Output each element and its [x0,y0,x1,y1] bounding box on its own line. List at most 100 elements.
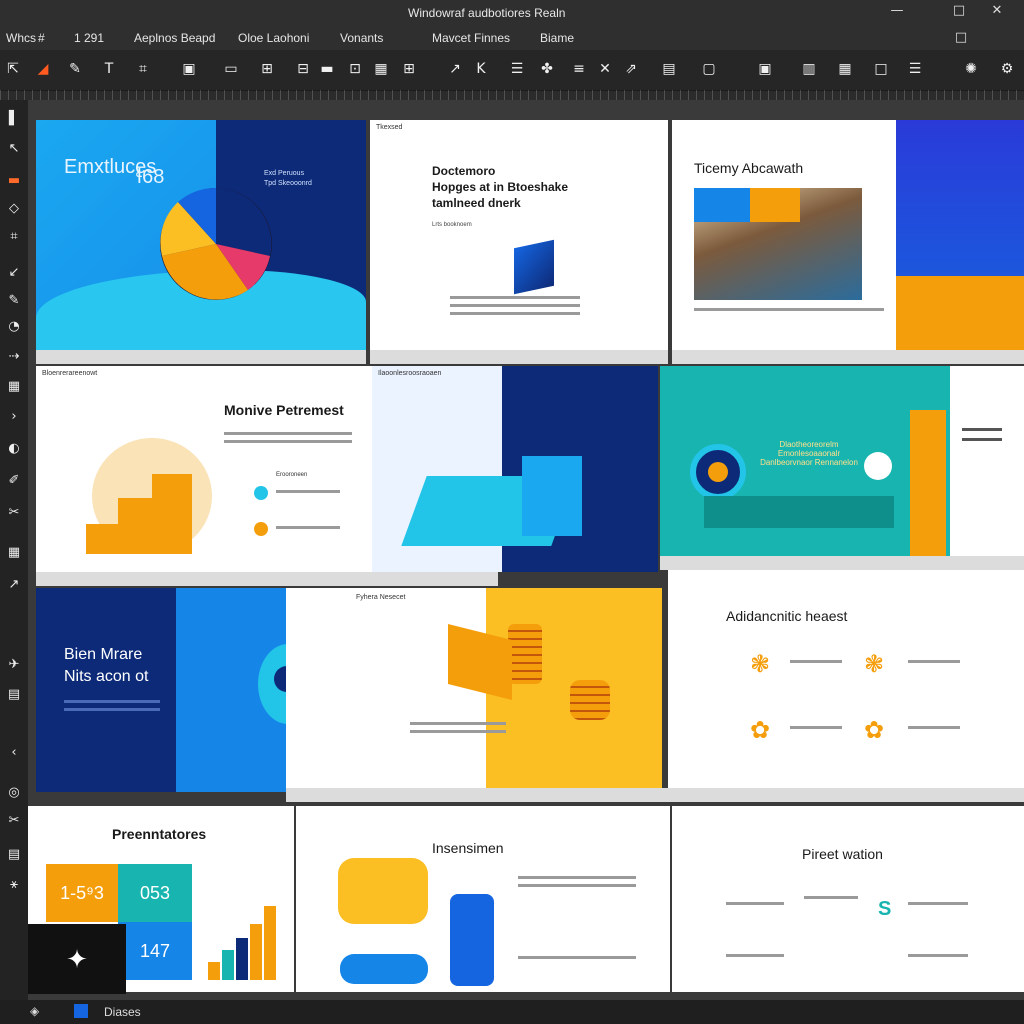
grid-tool-icon[interactable]: ▦ [5,544,23,562]
left-tool-panel: ▌ ↖ ▬ ◇ ⌗ ↙ ✎ ◔ ⇢ ▦ › ◐ ✐ ✂ ▦ ↗ ✈ ▤ ‹ ◎ … [0,100,28,1000]
menu-item-hash[interactable]: # [38,31,45,45]
globe-icon[interactable]: ◎ [5,784,23,802]
menu-item-biame[interactable]: Biame [540,31,574,45]
slide-12-title: Pireet wation [802,846,883,862]
table-tool-icon[interactable]: ▤ [5,686,23,704]
maximize-button[interactable]: □ [952,4,966,18]
menu-item-vonants[interactable]: Vonants [340,31,383,45]
frame-icon[interactable]: ⊡ [346,60,364,78]
pen-icon[interactable]: ✎ [66,60,84,78]
menu-item-aeplnos[interactable]: Aeplnos Beapd [134,31,215,45]
bullet-dot [254,486,268,500]
minus-icon[interactable]: ≡ [570,60,588,78]
chevron-left-icon[interactable]: ‹ [5,744,23,762]
layers-icon[interactable]: ⊟ [294,60,312,78]
gallery-icon[interactable]: ✤ [538,60,556,78]
grid-icon[interactable]: ▦ [372,60,390,78]
shape-tool-icon[interactable]: ◔ [5,318,23,336]
layout-icon[interactable]: ⊞ [258,60,276,78]
slide-1-caption-1: Exd Peruous [264,170,305,177]
slide-8[interactable]: Fyhera Nesecet [286,588,662,788]
slide-8-label: Fyhera Nesecet [356,594,406,601]
menu-item-oloe[interactable]: Oloe Laohoni [238,31,309,45]
slide-4-title: Monive Petremest [224,402,344,418]
status-bar: ◈ Diases [0,1000,1024,1024]
page-icon[interactable]: ▥ [800,60,818,78]
pointer-icon[interactable]: ⇱ [4,60,22,78]
slide-12[interactable]: Pireet wation S [672,806,1024,992]
slide-6[interactable]: Dlaotheoreorelm Emonlesoaaonalr Danlbeor… [660,366,1024,556]
settings-icon[interactable]: ✺ [962,60,980,78]
slide-11[interactable]: Insensimen [296,806,670,992]
screen-icon[interactable]: ▢ [700,60,718,78]
hand-tool-icon[interactable]: ⇢ [5,348,23,366]
slide-5[interactable]: Ilaoonlesroosraoaen [372,366,658,572]
slide-1[interactable]: Emxtluces ɬ68 Exd Peruous Tpd Skeooonrd [36,120,366,350]
folder-icon[interactable]: ▬ [318,60,336,78]
doc-icon[interactable]: ▦ [836,60,854,78]
pen-tool-icon[interactable]: ↙ [5,264,23,282]
rect-icon[interactable]: □ [872,60,890,78]
list-icon[interactable]: ☰ [906,60,924,78]
minimize-button[interactable]: — [890,4,904,18]
table-icon[interactable]: ⊞ [400,60,418,78]
menu-item-1291[interactable]: 1 291 [74,31,104,45]
align-icon[interactable]: ☰ [508,60,526,78]
brush-tool-icon[interactable]: ✎ [5,292,23,310]
eyedropper-icon[interactable]: ✂ [5,504,23,522]
menu-bar: Whcs # 1 291 Aeplnos Beapd Oloe Laohoni … [0,26,1024,50]
rotate-tool-icon[interactable]: ✈ [5,656,23,674]
lasso-icon[interactable]: ◇ [5,200,23,218]
gear-icon[interactable]: ⚙ [998,60,1016,78]
text-icon[interactable]: T [100,60,118,78]
slide-2[interactable]: Tkexsed Doctemoro Hopges at in Btoeshake… [370,120,668,350]
gradient-tool-icon[interactable]: ✐ [5,472,23,490]
window-title: Windowraf audbotiores Realn [408,6,566,20]
close-button[interactable]: ✕ [990,4,1004,18]
slide-1-strip [36,350,366,364]
slide-9[interactable]: Adidancnitic heaest ❃ ❃ ✿ ✿ [668,570,1024,788]
layers-tool-icon[interactable]: ▦ [5,378,23,396]
scissors-icon[interactable]: ✂ [5,812,23,830]
table-view-icon[interactable]: ▤ [5,846,23,864]
icon-doodle-2: ❃ [864,651,885,678]
status-label: Diases [104,1005,141,1019]
slide-7[interactable]: Bien Mrare Nits acon ot [36,588,286,792]
shape-icon[interactable]: ▭ [222,60,240,78]
effects-icon[interactable]: K [472,60,490,78]
slides-icon[interactable]: ▣ [756,60,774,78]
icon-doodle-1: ❃ [750,651,771,678]
app-logo-icon: ◈ [30,1004,40,1018]
target-graphic [690,444,746,500]
export-icon[interactable]: ⇗ [622,60,640,78]
toolbar: ⇱ ◢ ✎ T ⌗ ▣ ▭ ⊞ ⊟ ▬ ⊡ ▦ ⊞ ↗ K ☰ ✤ ≡ ✕ ⇗ … [0,50,1024,91]
arrow-icon[interactable]: ↗ [446,60,464,78]
restore-icon[interactable]: □ [954,31,968,45]
crop-tool-icon[interactable]: ⌗ [5,228,23,246]
cube-graphic [514,239,554,295]
type-tool-icon[interactable]: › [5,408,23,426]
status-toggle-icon[interactable] [74,1004,88,1018]
crop-icon[interactable]: ⌗ [134,60,152,78]
zoom-tool-icon[interactable]: ↗ [5,576,23,594]
slide-9-title: Adidancnitic heaest [726,608,848,624]
select-icon[interactable]: ▌ [5,110,23,128]
slide-4-header: Bloenrerareenowt [42,370,98,377]
slide-3[interactable]: Ticemy Abcawath [672,120,1024,350]
angle-icon[interactable]: ✕ [596,60,614,78]
eraser-tool-icon[interactable]: ◐ [5,440,23,458]
slide-3-strip [672,350,1024,364]
wand-icon[interactable]: ⚹ [5,876,23,894]
brush-icon[interactable]: ◢ [34,60,52,78]
cloud-shape [340,954,428,984]
slide-6-strip [660,556,1024,570]
slide-4-strip [36,572,498,586]
menu-item-whcs[interactable]: Whcs [6,31,36,45]
photo-thumb[interactable]: ✦ [28,924,126,994]
fill-icon[interactable]: ▬ [5,172,23,190]
s-logo: S [878,898,892,920]
image-icon[interactable]: ▣ [180,60,198,78]
menu-item-mavcet[interactable]: Mavcet Finnes [432,31,510,45]
move-icon[interactable]: ↖ [5,140,23,158]
clip-icon[interactable]: ▤ [660,60,678,78]
